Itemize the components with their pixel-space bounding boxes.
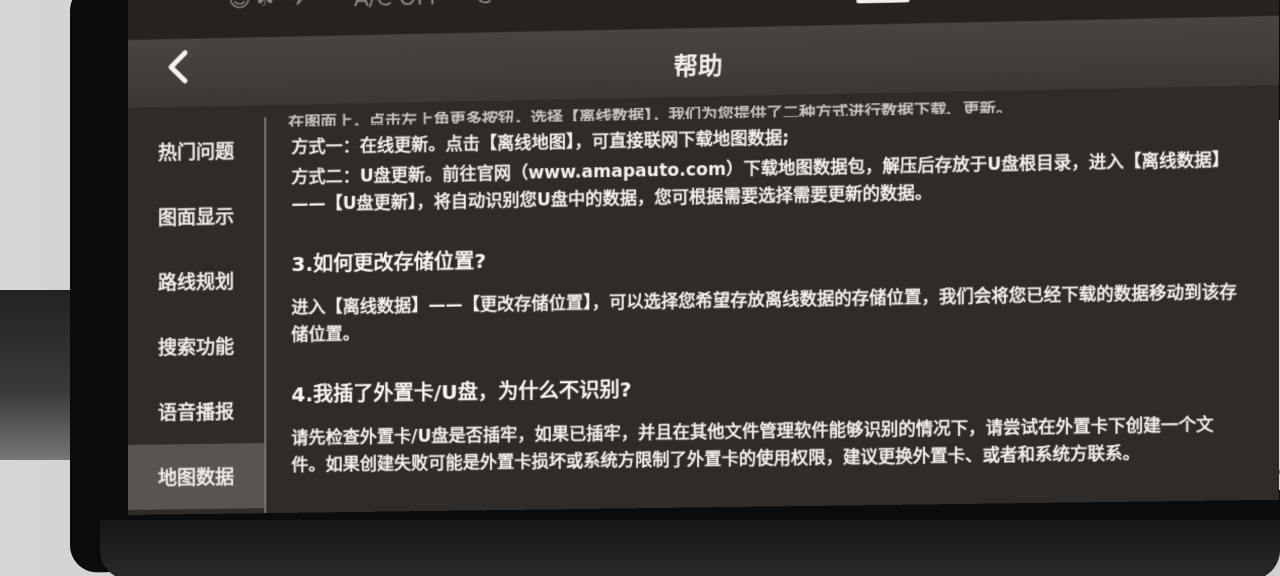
sidebar-item-map-display[interactable]: 图面显示 bbox=[128, 182, 264, 250]
status-icons: ☺☘ ✈ bbox=[228, 0, 312, 13]
photo-scene: 辛兴 ☺☘ ✈ A/C OFF --°C 帮助 热门问题 图面显示 路线规划 搜… bbox=[0, 0, 1280, 576]
question-3-answer: 进入【离线数据】——【更改存储位置】，可以选择您希望存放离线数据的存储位置，我们… bbox=[291, 282, 1237, 346]
page-title: 帮助 bbox=[673, 51, 723, 81]
sidebar-item-route-planning[interactable]: 路线规划 bbox=[128, 248, 264, 315]
question-4-title: 4.我插了外置卡/U盘，为什么不识别? bbox=[291, 377, 632, 407]
sidebar-item-voice[interactable]: 语音播报 bbox=[128, 378, 264, 445]
bezel-bottom bbox=[100, 520, 1280, 576]
home-indicator[interactable] bbox=[856, 0, 910, 4]
sidebar-item-map-data[interactable]: 地图数据 bbox=[128, 443, 265, 510]
question-4-answer: 请先检查外置卡/U盘是否插牢，如果已插牢，并且在其他文件管理软件能够识别的情况下… bbox=[291, 415, 1214, 476]
climate-status: A/C OFF --°C bbox=[354, 0, 492, 12]
help-sidebar: 热门问题 图面显示 路线规划 搜索功能 语音播报 地图数据 bbox=[128, 117, 265, 515]
sidebar-item-search[interactable]: 搜索功能 bbox=[128, 313, 264, 380]
help-content[interactable]: 在图面上，点击左上角更多按钮，选择【离线数据】，我们为您提供了二种方式进行数据下… bbox=[283, 96, 1253, 513]
sidebar-divider bbox=[264, 117, 267, 514]
infotainment-screen: ☺☘ ✈ A/C OFF --°C 帮助 热门问题 图面显示 路线规划 搜索功能… bbox=[128, 0, 1279, 515]
question-3-title: 3.如何更改存储位置? bbox=[291, 248, 487, 277]
sidebar-item-hot-questions[interactable]: 热门问题 bbox=[128, 117, 264, 185]
